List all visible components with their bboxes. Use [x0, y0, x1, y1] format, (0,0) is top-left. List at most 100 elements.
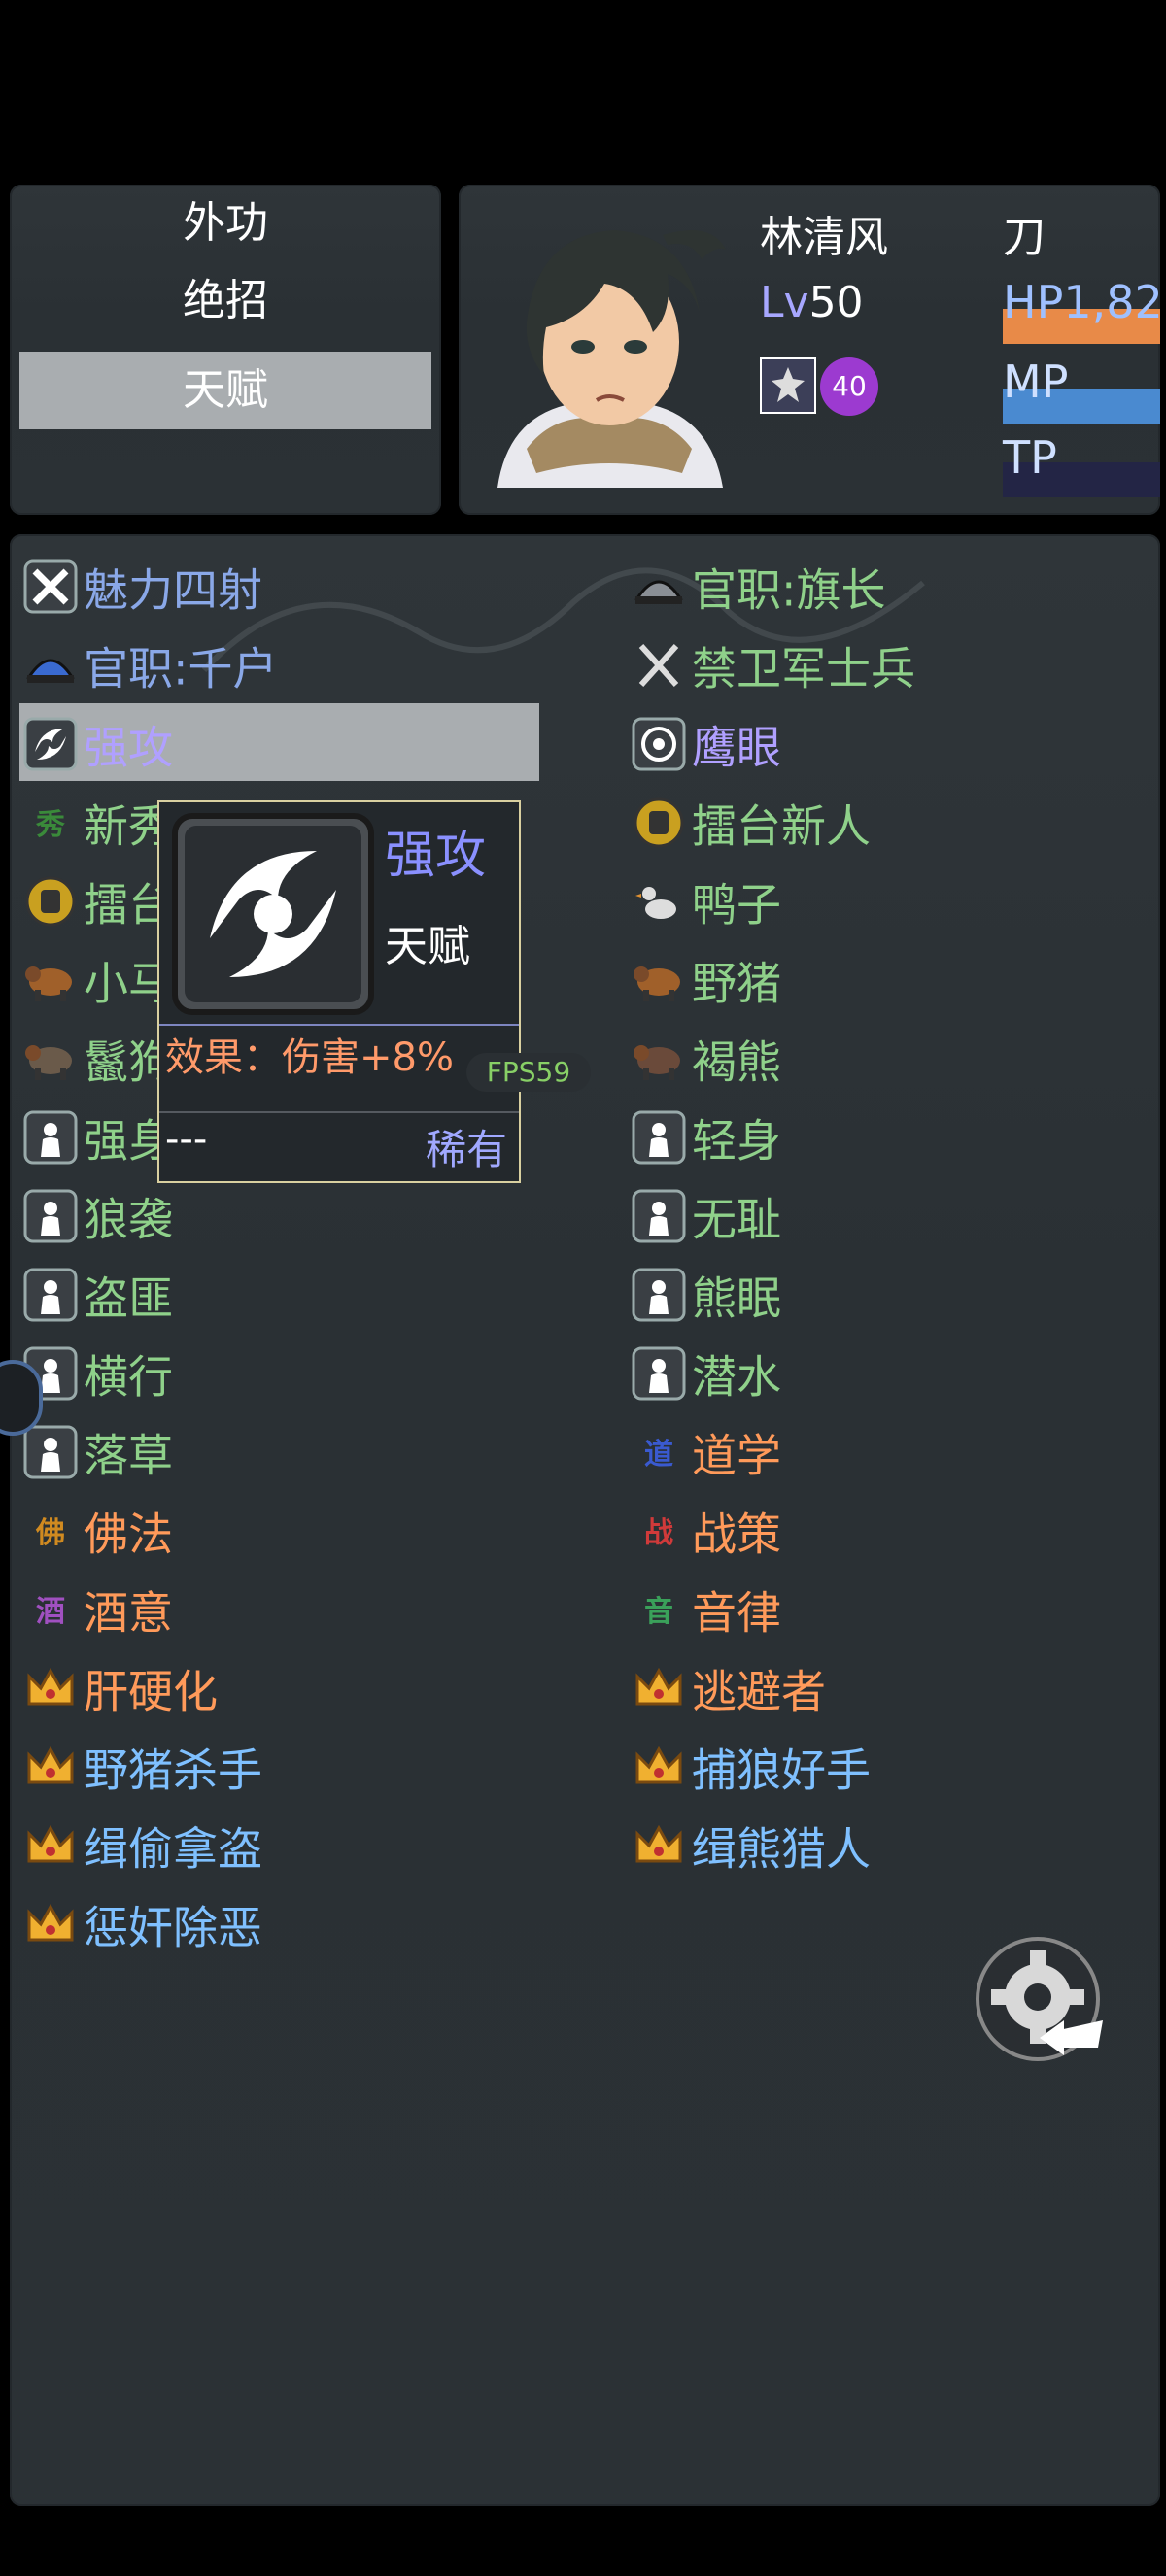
svg-text:音: 音: [644, 1595, 673, 1629]
talent-item[interactable]: 音音律: [632, 1571, 781, 1648]
talent-item[interactable]: 强攻: [23, 705, 173, 783]
level-value: 50: [808, 278, 864, 327]
silhouette-icon: [632, 1346, 686, 1400]
talent-name: 擂台新人: [692, 799, 871, 853]
wine-glyph-icon: 酒: [36, 1595, 65, 1629]
mp-label: MP: [1003, 356, 1069, 408]
silhouette-icon: [23, 1425, 78, 1478]
talent-name: 潜水: [692, 1350, 781, 1404]
talent-name: 落草: [84, 1429, 173, 1482]
crown-icon: [635, 1824, 682, 1862]
talent-item[interactable]: 潜水: [632, 1335, 781, 1412]
talent-item[interactable]: 擂台: [23, 863, 173, 940]
talent-item[interactable]: 禁卫军士兵: [632, 627, 915, 704]
talent-item[interactable]: 逃避者: [632, 1649, 826, 1727]
tab-talents[interactable]: 天赋: [19, 352, 431, 429]
silhouette-icon: [632, 1268, 686, 1321]
svg-text:秀: 秀: [35, 808, 65, 842]
fist-icon: [25, 876, 76, 926]
tooltip-rarity: 稀有: [425, 1126, 507, 1173]
talent-name: 魅力四射: [84, 563, 262, 617]
talent-name: 音律: [692, 1586, 781, 1640]
tab-ultimate-moves[interactable]: 绝招: [19, 262, 431, 340]
talent-item[interactable]: 小马: [23, 941, 173, 1019]
helmet-icon: [634, 580, 683, 604]
talent-name: 战策: [692, 1508, 781, 1561]
talent-item[interactable]: 盗匪: [23, 1256, 173, 1334]
talent-item[interactable]: 道道学: [632, 1413, 781, 1491]
talent-item[interactable]: 魅力四射: [23, 548, 262, 626]
talent-item[interactable]: 肝硬化: [23, 1649, 218, 1727]
talent-item[interactable]: 战战策: [632, 1492, 781, 1570]
talent-item[interactable]: 秀新秀: [23, 784, 173, 862]
tp-label: TP: [1003, 431, 1057, 484]
hp-label: HP1,82: [1003, 276, 1163, 328]
tab-outer-skills[interactable]: 外功: [19, 185, 431, 262]
talent-item[interactable]: 熊眠: [632, 1256, 781, 1334]
talent-item[interactable]: 惩奸除恶: [23, 1885, 262, 1963]
silhouette-icon: [23, 1268, 78, 1321]
talent-name: 狼袭: [84, 1193, 173, 1246]
talent-item[interactable]: 强身: [23, 1099, 173, 1176]
talent-item[interactable]: 酒酒意: [23, 1571, 173, 1648]
hyena-icon: [25, 1044, 72, 1080]
talent-item[interactable]: 落草: [23, 1413, 173, 1491]
talent-item[interactable]: 横行: [23, 1335, 173, 1412]
svg-text:战: 战: [644, 1516, 673, 1550]
talent-name: 盗匪: [84, 1271, 173, 1325]
tooltip-title: 强攻: [385, 827, 487, 885]
bear-icon: [634, 1044, 680, 1080]
class-badge-icon: [760, 357, 816, 414]
fist-icon: [634, 797, 684, 847]
talent-item[interactable]: 擂台新人: [632, 784, 871, 862]
talent-item[interactable]: 无耻: [632, 1177, 781, 1255]
rank-badge: 40: [820, 357, 878, 416]
talent-name: 鹰眼: [692, 721, 781, 774]
talent-item[interactable]: 狼袭: [23, 1177, 173, 1255]
talent-name: 酒意: [84, 1586, 173, 1640]
talent-name: 捕狼好手: [692, 1744, 871, 1797]
talent-name: 褐熊: [692, 1035, 781, 1089]
settings-return-button[interactable]: [972, 1933, 1117, 2069]
talent-item[interactable]: 鬣狗: [23, 1020, 173, 1098]
tab-menu-panel: 外功 绝招 天赋: [10, 185, 441, 515]
level-display: Lv50: [760, 278, 864, 327]
buddha-glyph-icon: 佛: [35, 1516, 65, 1550]
power-attack-icon: [23, 717, 78, 770]
green-glyph-icon: 秀: [35, 808, 65, 842]
talent-item[interactable]: 缉熊猎人: [632, 1807, 871, 1884]
talent-item[interactable]: 佛佛法: [23, 1492, 173, 1570]
talent-name: 道学: [692, 1429, 781, 1482]
talent-item[interactable]: 官职:旗长: [632, 548, 886, 626]
talent-name: 野猪: [692, 957, 781, 1010]
official-hat-icon: [26, 659, 75, 683]
talent-item[interactable]: 缉偷拿盗: [23, 1807, 262, 1884]
silhouette-icon: [632, 1110, 686, 1164]
talent-name: 野猪杀手: [84, 1744, 262, 1797]
talent-item[interactable]: 鸭子: [632, 863, 781, 940]
talent-item[interactable]: 捕狼好手: [632, 1728, 871, 1806]
talent-name: 缉偷拿盗: [84, 1822, 262, 1876]
level-label: Lv: [760, 278, 809, 327]
svg-text:酒: 酒: [36, 1595, 65, 1629]
horse-icon: [25, 966, 72, 1001]
power-attack-icon: [172, 813, 374, 1015]
silhouette-icon: [632, 1189, 686, 1242]
talent-item[interactable]: 褐熊: [632, 1020, 781, 1098]
talent-item[interactable]: 野猪杀手: [23, 1728, 262, 1806]
talent-item[interactable]: 轻身: [632, 1099, 781, 1176]
charm-icon: [23, 559, 78, 613]
crown-icon: [27, 1667, 74, 1705]
talent-item[interactable]: 鹰眼: [632, 705, 781, 783]
dao-glyph-icon: 道: [644, 1438, 673, 1472]
talent-name: 横行: [84, 1350, 173, 1404]
crown-icon: [635, 1667, 682, 1705]
character-portrait: [497, 230, 726, 488]
talent-name: 缉熊猎人: [692, 1822, 871, 1876]
talent-name: 官职:旗长: [692, 563, 886, 617]
crown-icon: [27, 1824, 74, 1862]
duck-icon: [635, 886, 676, 919]
war-glyph-icon: 战: [644, 1516, 673, 1550]
talent-item[interactable]: 官职:千户: [23, 627, 278, 704]
talent-item[interactable]: 野猪: [632, 941, 781, 1019]
